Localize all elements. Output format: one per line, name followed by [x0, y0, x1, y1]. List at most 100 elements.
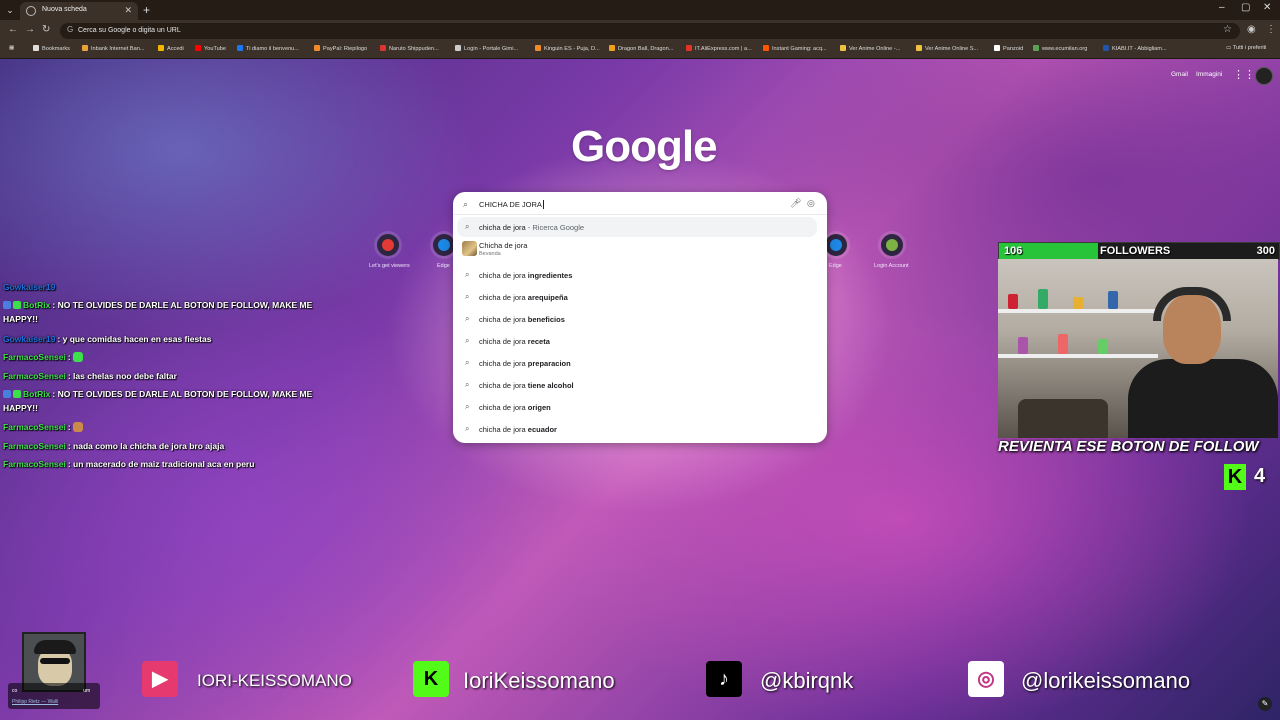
search-divider [453, 214, 827, 215]
bookmark-star-icon[interactable]: ☆ [1223, 24, 1232, 35]
bookmark-item[interactable]: Inbank Internet Ban... [82, 45, 145, 52]
follower-label: FOLLOWERS [1100, 245, 1171, 257]
bookmark-item[interactable]: Instant Gaming: acq... [763, 45, 827, 52]
shortcut-label: Let's get viewers [369, 263, 410, 269]
bookmark-item[interactable]: Kinguin ES - Puja, D... [535, 45, 600, 52]
shortcut-label: Edge [829, 263, 842, 269]
bookmark-favicon-icon [455, 45, 461, 51]
tab-title: Nuova scheda [42, 6, 87, 13]
close-window-icon[interactable]: ✕ [1263, 2, 1271, 13]
search-icon: ⌕ [465, 292, 470, 301]
bookmark-item[interactable]: Login - Portale Gimi... [455, 45, 518, 52]
webcam-feed [998, 259, 1278, 438]
suggestion-item[interactable]: ⌕ chicha de jora preparacion [457, 353, 817, 373]
forward-icon[interactable]: → [25, 24, 35, 35]
google-apps-icon[interactable]: ⋮⋮⋮ [1233, 70, 1266, 81]
account-avatar[interactable] [1255, 67, 1273, 85]
bookmark-item[interactable]: Panzoid [994, 45, 1023, 52]
bookmark-item[interactable]: Naruto Shippuden... [380, 45, 439, 52]
new-tab-button[interactable]: + [143, 3, 150, 17]
gmail-link[interactable]: Gmail [1171, 71, 1188, 78]
bot-badge-icon [3, 390, 11, 398]
emote-icon [72, 352, 83, 362]
chat-message: BotRix: NO TE OLVIDES DE DARLE AL BOTON … [3, 300, 313, 324]
suggestion-item[interactable]: ⌕ chicha de jora origen [457, 397, 817, 417]
tab-strip: ⌄ Nuova scheda ✕ + – ▢ ✕ [0, 0, 1280, 20]
search-icon: ⌕ [465, 402, 470, 411]
search-icon: ⌕ [465, 270, 470, 279]
suggestion-item[interactable]: ⌕ chicha de jora beneficios [457, 309, 817, 329]
bookmark-item[interactable]: KIABI.IT - Abbigliam... [1103, 45, 1167, 52]
now-playing-song: co um [12, 688, 91, 694]
images-link[interactable]: Immagini [1196, 71, 1222, 78]
bookmark-item[interactable]: YouTube [195, 45, 226, 52]
apps-grid-icon[interactable]: ▦ [9, 45, 14, 51]
suggestion-item[interactable]: ⌕ chicha de jora - Ricerca Google [457, 217, 817, 237]
panzoid-shortcut-icon [886, 239, 898, 251]
bookmark-favicon-icon [535, 45, 541, 51]
bookmark-favicon-icon [314, 45, 320, 51]
suggestion-item[interactable]: ⌕ chicha de jora tiene alcohol [457, 375, 817, 395]
search-box: ⌕ CHICHA DE JORA 🎤︎ ◎ ⌕ chicha de jora -… [453, 192, 827, 443]
tiktok-handle: @kbirqnk [760, 668, 854, 693]
shortcut-tile[interactable] [377, 234, 399, 256]
entity-subtitle: Bevanda [479, 251, 501, 257]
shortcut-label: Edge [437, 263, 450, 269]
bookmark-item[interactable]: www.ecumilan.org [1033, 45, 1087, 52]
chat-message: FarmacoSensei: [3, 420, 348, 434]
shortcut-tile[interactable] [825, 234, 847, 256]
search-input[interactable]: CHICHA DE JORA [479, 200, 544, 209]
back-icon[interactable]: ← [8, 24, 18, 35]
bookmark-favicon-icon [1033, 45, 1039, 51]
figure [1038, 289, 1048, 309]
google-lens-icon[interactable]: ◎ [807, 198, 815, 209]
shortcut-tile[interactable] [881, 234, 903, 256]
bookmark-item[interactable]: Ver Anime Online S... [916, 45, 978, 52]
edge-shortcut-icon [830, 239, 842, 251]
tab-search-button[interactable]: ⌄ [3, 3, 17, 17]
follower-goal: 300 [1256, 245, 1275, 257]
suggestion-item[interactable]: ⌕ chicha de jora ingredientes [457, 265, 817, 285]
chat-message: FarmacoSensei: las chelas noo debe falta… [3, 371, 177, 381]
follower-goal-bar: 106 FOLLOWERS 300 [998, 242, 1280, 260]
bookmark-item[interactable]: IT.AliExpress.com | a... [686, 45, 752, 52]
close-tab-icon[interactable]: ✕ [124, 5, 132, 16]
suggestion-entity[interactable]: Chicha de jora Bevanda [457, 239, 817, 261]
bookmark-item[interactable]: Dragon Ball, Dragon... [609, 45, 673, 52]
chat-message: FarmacoSensei: un macerado de maiz tradi… [3, 459, 255, 469]
figure [1058, 334, 1068, 354]
suggestion-item[interactable]: ⌕ chicha de jora ecuador [457, 419, 817, 439]
bookmark-favicon-icon [994, 45, 1000, 51]
bookmark-item[interactable]: Bookmarks [33, 45, 70, 52]
headphones [1153, 287, 1231, 321]
minimize-icon[interactable]: – [1219, 2, 1225, 13]
bot-badge-icon [3, 301, 11, 309]
browser-toolbar: ← → ↻ G Cerca su Google o digita un URL … [0, 20, 1280, 42]
follower-current: 106 [1004, 245, 1023, 257]
search-icon: ⌕ [465, 314, 470, 323]
bookmark-item[interactable]: Ti diamo il benvenu... [237, 45, 299, 52]
all-bookmarks-folder[interactable]: ▭ Tutti i preferiti [1226, 45, 1266, 51]
now-playing-bar [8, 683, 100, 709]
bookmark-item[interactable]: Accedi [158, 45, 184, 52]
suggestion-item[interactable]: ⌕ chicha de jora arequipeña [457, 287, 817, 307]
bookmark-item[interactable]: Ver Anime Online -... [840, 45, 900, 52]
shortcut-tile[interactable] [433, 234, 455, 256]
reload-icon[interactable]: ↻ [42, 24, 50, 35]
profile-icon[interactable]: ◉ [1247, 24, 1256, 35]
suggestion-item[interactable]: ⌕ chicha de jora receta [457, 331, 817, 351]
bookmark-favicon-icon [158, 45, 164, 51]
menu-kebab-icon[interactable]: ⋮ [1266, 24, 1276, 35]
bookmark-favicon-icon [82, 45, 88, 51]
figure [1008, 294, 1018, 309]
youtube-handle: IORI-KEISSOMANO [197, 671, 352, 690]
voice-search-icon[interactable]: 🎤︎ [790, 198, 801, 209]
customize-pencil-icon[interactable]: ✎ [1258, 697, 1272, 711]
bookmark-item[interactable]: PayPal: Riepilogo [314, 45, 367, 52]
maximize-icon[interactable]: ▢ [1241, 2, 1250, 13]
bookmark-favicon-icon [1103, 45, 1109, 51]
address-bar[interactable]: G Cerca su Google o digita un URL ☆ [60, 23, 1240, 39]
active-tab[interactable]: Nuova scheda ✕ [20, 2, 138, 20]
shelf [998, 354, 1158, 358]
kick-handle: IoriKeissomano [463, 668, 615, 693]
